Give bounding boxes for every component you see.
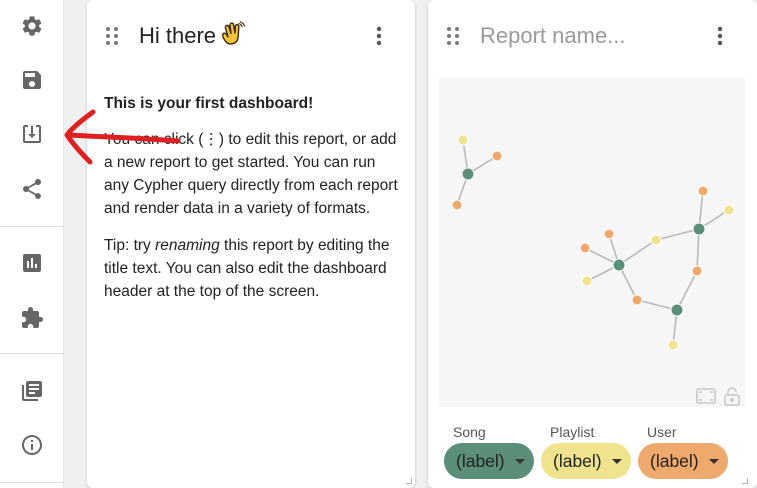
about-button[interactable]: [16, 429, 48, 461]
song-node[interactable]: [670, 303, 684, 317]
song-node[interactable]: [612, 258, 626, 272]
drag-handle-icon[interactable]: [105, 26, 119, 46]
library-books-icon: [22, 381, 42, 401]
tip-emphasis: renaming: [155, 237, 220, 254]
sidebar-divider: [0, 482, 64, 483]
documentation-button[interactable]: [16, 375, 48, 407]
user-node[interactable]: [691, 265, 703, 277]
save-button[interactable]: [16, 64, 48, 96]
user-node[interactable]: [603, 228, 615, 240]
chip-label: (label): [650, 450, 699, 471]
tip-text: Tip: try: [104, 237, 156, 254]
fit-to-screen-icon[interactable]: [695, 385, 717, 407]
floppy-disk-icon: [23, 71, 41, 89]
resize-handle[interactable]: [742, 478, 748, 484]
song-node[interactable]: [461, 167, 475, 181]
caret-down-icon: [708, 458, 719, 464]
share-button[interactable]: [16, 173, 48, 205]
legend-label-user: User: [647, 424, 677, 440]
caret-down-icon: [514, 458, 525, 464]
chip-label: (label): [553, 450, 602, 471]
graph-network[interactable]: [439, 77, 745, 407]
bar-chart-icon: [23, 254, 41, 272]
more-vert-icon: [376, 26, 382, 46]
playlist-node[interactable]: [723, 204, 735, 216]
settings-button[interactable]: [16, 10, 48, 42]
report-card-welcome: Hi there This is your first dashboard! Y…: [87, 0, 415, 488]
share-icon: [22, 178, 42, 199]
sidebar-divider: [0, 226, 64, 227]
legend-chip-song[interactable]: (label): [444, 443, 534, 479]
load-button[interactable]: [16, 118, 48, 150]
info-icon: [22, 435, 42, 455]
report-title[interactable]: Hi there: [139, 21, 246, 55]
user-node[interactable]: [491, 150, 503, 162]
legend-label-playlist: Playlist: [550, 424, 595, 440]
caret-down-icon: [611, 458, 622, 464]
legend-chip-playlist[interactable]: (label): [541, 443, 631, 479]
report-name-input[interactable]: [480, 20, 680, 52]
user-node[interactable]: [451, 199, 463, 211]
more-vert-icon: [717, 26, 723, 46]
reports-button[interactable]: [16, 247, 48, 279]
chip-label: (label): [456, 450, 505, 471]
gear-icon: [22, 16, 42, 36]
report-card-graph: Song (label) Playlist (label) User (labe…: [428, 0, 757, 488]
report-title-text: Hi there: [139, 23, 217, 48]
lock-icon[interactable]: [721, 385, 743, 407]
waving-hand-icon: [220, 21, 246, 55]
legend-chip-user[interactable]: (label): [638, 443, 728, 479]
puzzle-piece-icon: [22, 307, 43, 328]
report-menu-button[interactable]: [369, 24, 389, 48]
playlist-node[interactable]: [581, 275, 593, 287]
welcome-paragraph: You can click (⋮) to edit this report, o…: [104, 131, 398, 217]
extensions-button[interactable]: [16, 302, 48, 334]
playlist-node[interactable]: [650, 234, 662, 246]
song-node[interactable]: [692, 222, 706, 236]
drag-handle-icon[interactable]: [446, 26, 460, 46]
resize-handle[interactable]: [406, 478, 412, 484]
report-menu-button[interactable]: [710, 24, 730, 48]
download-tray-icon: [23, 125, 41, 143]
sidebar: [0, 0, 64, 488]
legend-label-song: Song: [453, 424, 486, 440]
user-node[interactable]: [579, 242, 591, 254]
user-node[interactable]: [697, 185, 709, 197]
welcome-heading: This is your first dashboard!: [104, 95, 314, 112]
report-content: This is your first dashboard! You can cl…: [104, 92, 402, 317]
playlist-node[interactable]: [667, 339, 679, 351]
playlist-node[interactable]: [457, 134, 469, 146]
tip-paragraph: Tip: try renaming this report by editing…: [104, 234, 402, 303]
user-node[interactable]: [631, 294, 643, 306]
sidebar-divider: [0, 353, 64, 354]
graph-visualization[interactable]: [439, 77, 745, 407]
